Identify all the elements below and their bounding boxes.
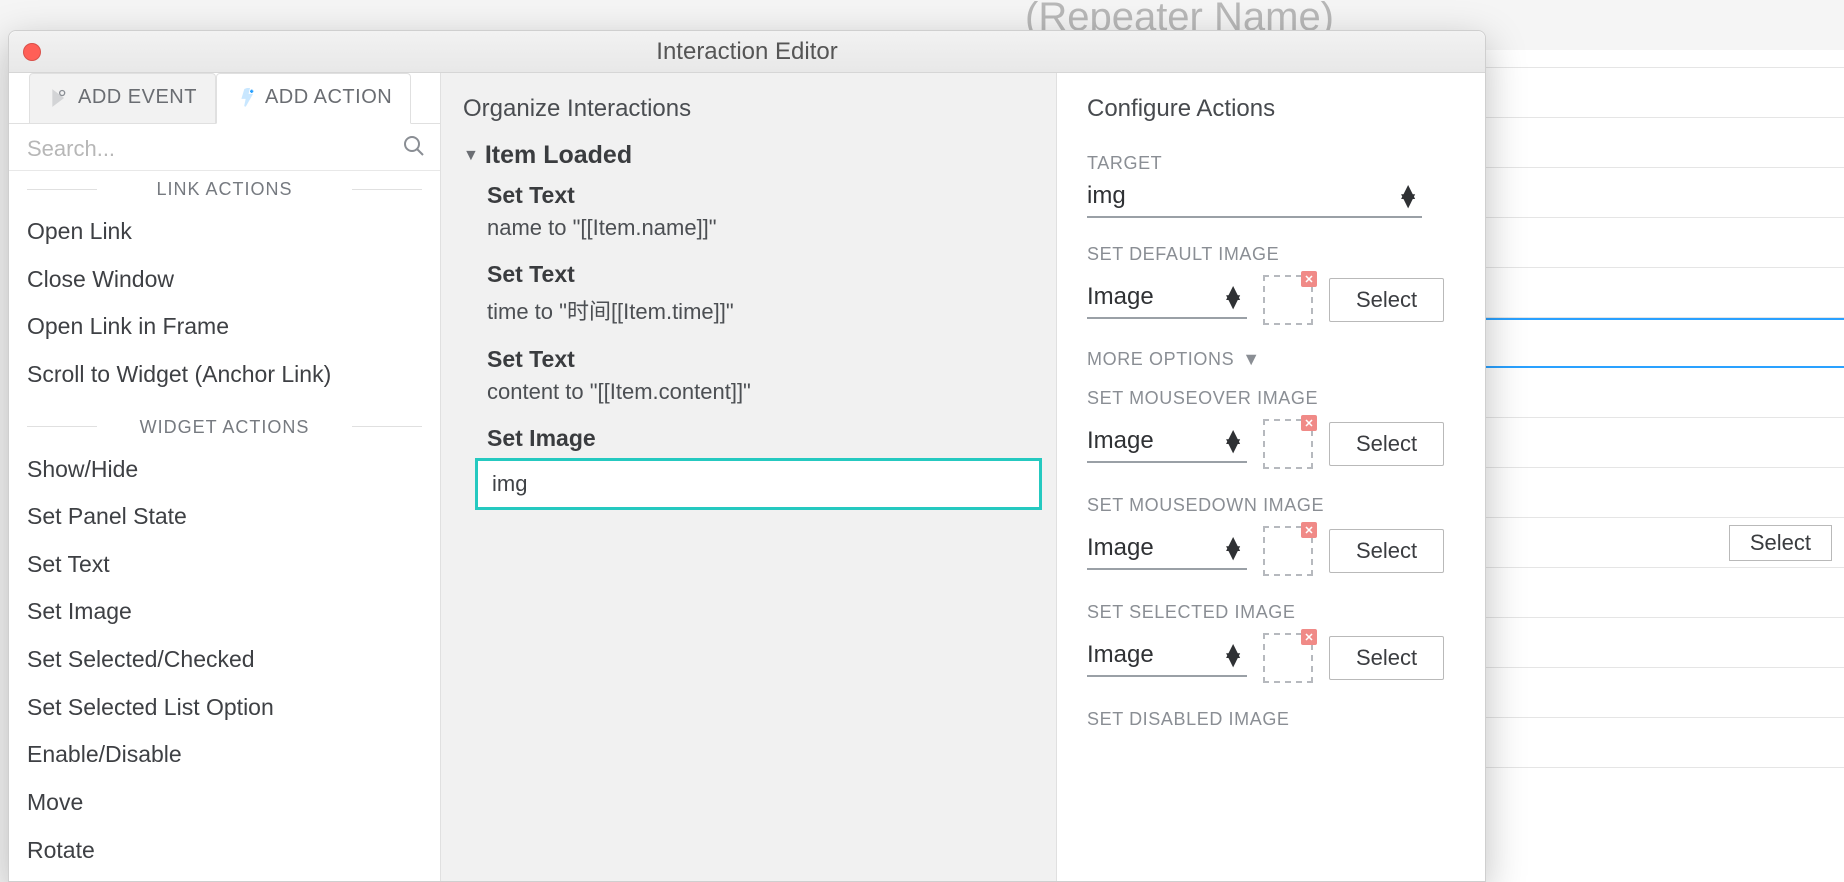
image-type-select[interactable]: Image ▲▼	[1087, 281, 1247, 319]
action-set-text[interactable]: Set Text	[9, 541, 440, 589]
action-move[interactable]: Move	[9, 779, 440, 827]
image-thumb[interactable]: ✕	[1263, 275, 1313, 325]
action-set-image[interactable]: Set Image	[9, 588, 440, 636]
organize-panel: Organize Interactions ▼ Item Loaded Set …	[441, 73, 1057, 881]
configure-title: Configure Actions	[1087, 95, 1455, 141]
action-row[interactable]: Set Text	[479, 174, 1042, 211]
stepper-icon: ▲▼	[1396, 187, 1420, 205]
target-select[interactable]: img ▲▼	[1087, 180, 1422, 218]
image-type-value: Image	[1087, 283, 1154, 311]
section-mousedown-image: SET MOUSEDOWN IMAGE	[1087, 469, 1455, 522]
titlebar: Interaction Editor	[9, 31, 1485, 73]
group-link-actions: LINK ACTIONS	[9, 171, 440, 206]
action-rotate[interactable]: Rotate	[9, 827, 440, 875]
target-label: TARGET	[1087, 141, 1455, 180]
dialog-title: Interaction Editor	[656, 38, 837, 66]
background-side-panel: Select	[1485, 50, 1844, 882]
clear-image-icon[interactable]: ✕	[1301, 271, 1317, 287]
section-selected-image: SET SELECTED IMAGE	[1087, 576, 1455, 629]
bg-select-button[interactable]: Select	[1729, 525, 1832, 561]
action-enable-disable[interactable]: Enable/Disable	[9, 731, 440, 779]
action-set-selected-checked[interactable]: Set Selected/Checked	[9, 636, 440, 684]
chevron-down-icon: ▼	[1242, 349, 1260, 370]
stepper-icon: ▲▼	[1221, 432, 1245, 450]
actions-panel: ADD EVENT ADD ACTION	[9, 73, 441, 881]
select-button[interactable]: Select	[1329, 278, 1444, 322]
stepper-icon: ▲▼	[1221, 646, 1245, 664]
close-icon[interactable]	[23, 43, 41, 61]
image-type-select[interactable]: Image ▲▼	[1087, 532, 1247, 570]
interaction-editor-dialog: Interaction Editor ADD EVENT	[8, 30, 1486, 882]
clear-image-icon[interactable]: ✕	[1301, 415, 1317, 431]
tab-label: ADD ACTION	[265, 86, 392, 109]
action-row[interactable]: Set Text	[479, 253, 1042, 290]
tab-add-event[interactable]: ADD EVENT	[29, 73, 216, 123]
action-row[interactable]: Set Text	[479, 338, 1042, 375]
action-desc: content to "[[Item.content]]"	[479, 375, 1042, 417]
group-widget-actions: WIDGET ACTIONS	[9, 409, 440, 444]
section-disabled-image: SET DISABLED IMAGE	[1087, 683, 1455, 736]
image-type-value: Image	[1087, 427, 1154, 455]
chevron-down-icon: ▼	[463, 147, 479, 165]
action-close-window[interactable]: Close Window	[9, 256, 440, 304]
image-thumb[interactable]: ✕	[1263, 526, 1313, 576]
event-icon	[48, 88, 68, 108]
action-scroll-to-widget[interactable]: Scroll to Widget (Anchor Link)	[9, 351, 440, 399]
action-desc: name to "[[Item.name]]"	[479, 211, 1042, 253]
organize-title: Organize Interactions	[455, 95, 1042, 137]
action-desc: time to "时间[[Item.time]]"	[479, 290, 1042, 338]
configure-panel: Configure Actions TARGET img ▲▼ SET DEFA…	[1057, 73, 1485, 881]
action-icon	[235, 88, 255, 108]
search-icon	[402, 134, 426, 158]
select-button[interactable]: Select	[1329, 529, 1444, 573]
tab-add-action[interactable]: ADD ACTION	[216, 73, 411, 124]
action-selected-row[interactable]: img	[475, 458, 1042, 510]
stepper-icon: ▲▼	[1221, 288, 1245, 306]
event-name: Item Loaded	[485, 141, 632, 170]
section-mouseover-image: SET MOUSEOVER IMAGE	[1087, 376, 1455, 415]
search-input[interactable]	[9, 128, 440, 170]
event-item-loaded[interactable]: ▼ Item Loaded	[455, 137, 1042, 174]
target-value: img	[1087, 182, 1126, 210]
action-show-hide[interactable]: Show/Hide	[9, 446, 440, 494]
section-default-image: SET DEFAULT IMAGE	[1087, 218, 1455, 271]
action-row[interactable]: Set Image	[479, 417, 1042, 454]
select-button[interactable]: Select	[1329, 636, 1444, 680]
tab-label: ADD EVENT	[78, 86, 197, 109]
action-open-link[interactable]: Open Link	[9, 208, 440, 256]
clear-image-icon[interactable]: ✕	[1301, 522, 1317, 538]
image-type-value: Image	[1087, 641, 1154, 669]
stepper-icon: ▲▼	[1221, 539, 1245, 557]
select-button[interactable]: Select	[1329, 422, 1444, 466]
image-thumb[interactable]: ✕	[1263, 633, 1313, 683]
action-set-panel-state[interactable]: Set Panel State	[9, 493, 440, 541]
image-type-select[interactable]: Image ▲▼	[1087, 639, 1247, 677]
action-open-link-in-frame[interactable]: Open Link in Frame	[9, 303, 440, 351]
clear-image-icon[interactable]: ✕	[1301, 629, 1317, 645]
image-thumb[interactable]: ✕	[1263, 419, 1313, 469]
more-options-toggle[interactable]: MORE OPTIONS▼	[1087, 325, 1455, 376]
image-type-value: Image	[1087, 534, 1154, 562]
image-type-select[interactable]: Image ▲▼	[1087, 425, 1247, 463]
action-set-selected-list-option[interactable]: Set Selected List Option	[9, 684, 440, 732]
